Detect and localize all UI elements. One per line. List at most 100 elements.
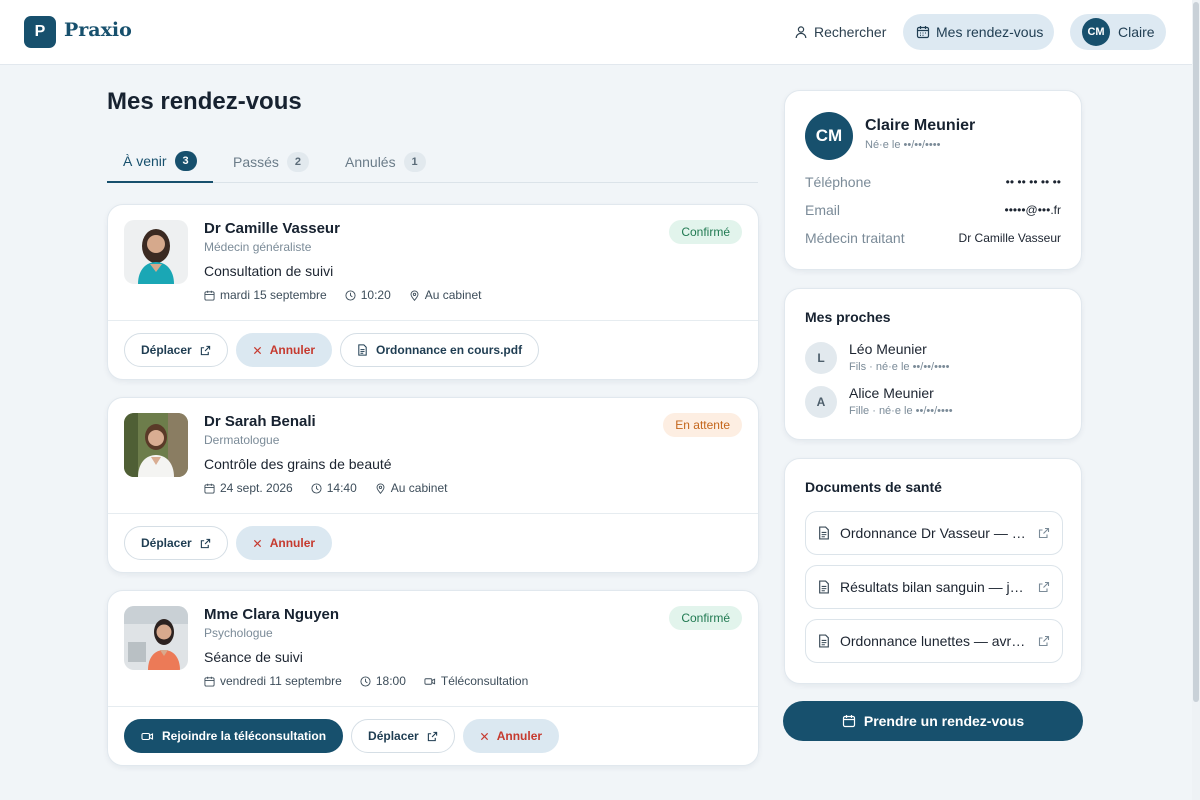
doctor-photo	[124, 220, 188, 284]
book-appointment-button[interactable]: Prendre un rendez-vous	[783, 701, 1083, 741]
video-camera-icon	[141, 731, 154, 742]
tab-count-badge: 3	[174, 150, 197, 171]
user-menu-button[interactable]: CM Claire	[1070, 14, 1166, 50]
appointment-location: Au cabinet	[424, 288, 482, 302]
relative-name: Léo Meunier	[849, 341, 927, 357]
search-nav-label: Rechercher	[814, 24, 887, 40]
doctor-name[interactable]: Dr Camille Vasseur	[204, 220, 340, 237]
health-documents-card: Documents de santé Ordonnance Dr Vasseur…	[784, 458, 1082, 684]
calendar-icon	[204, 676, 215, 687]
appointment-reason: Contrôle des grains de beauté	[204, 456, 392, 472]
move-button[interactable]: Déplacer	[124, 526, 228, 560]
appointment-meta: vendredi 11 septembre 18:00 Téléconsulta…	[204, 674, 546, 688]
location-pin-icon	[375, 482, 386, 494]
tab-count-badge: 1	[403, 151, 426, 172]
clock-icon	[311, 482, 322, 494]
email-value: •••••@•••.fr	[1004, 203, 1061, 217]
book-button-label: Prendre un rendez-vous	[863, 713, 1025, 729]
appointment-meta: 24 sept. 2026 14:40 Au cabinet	[204, 481, 465, 495]
relative-subtitle: Fils · né·e le ••/••/••••	[849, 361, 950, 373]
document-icon	[818, 526, 830, 540]
phone-label: Téléphone	[805, 174, 872, 190]
tab-past[interactable]: Passés 2	[233, 140, 309, 183]
status-badge: Confirmé	[669, 220, 742, 244]
appointment-location: Téléconsultation	[440, 674, 529, 688]
move-button-label: Déplacer	[141, 536, 192, 550]
calendar-icon	[204, 290, 215, 301]
appointment-tabs: À venir 3 Passés 2 Annulés 1	[107, 140, 758, 183]
top-header: P Praxio Rechercher Mes rendez-vous CM C…	[0, 0, 1200, 65]
document-label: Ordonnance lunettes — avril 2026	[840, 633, 1028, 649]
doctor-photo	[124, 413, 188, 477]
profile-card: CM Claire Meunier Né·e le ••/••/•••• Tél…	[784, 90, 1082, 270]
doctor-name[interactable]: Mme Clara Nguyen	[204, 606, 339, 623]
external-link-icon	[1038, 581, 1050, 593]
page-title: Mes rendez-vous	[107, 88, 302, 115]
external-link-icon	[427, 731, 438, 742]
document-link[interactable]: Résultats bilan sanguin — juin 2026	[805, 565, 1063, 609]
doctor-specialty: Psychologue	[204, 626, 273, 640]
avatar: CM	[1082, 18, 1110, 46]
tab-upcoming[interactable]: À venir 3	[107, 140, 213, 183]
cancel-button-label: Annuler	[269, 343, 316, 357]
appointment-date: 24 sept. 2026	[220, 481, 293, 495]
clock-icon	[345, 289, 356, 301]
search-nav-link[interactable]: Rechercher	[794, 20, 886, 44]
relative-name: Alice Meunier	[849, 385, 934, 401]
appointment-card: Dr Camille Vasseur Médecin généraliste C…	[107, 204, 759, 380]
document-icon	[357, 344, 368, 356]
external-link-icon	[200, 538, 211, 549]
close-icon	[480, 732, 489, 741]
document-button-label: Ordonnance en cours.pdf	[376, 343, 523, 357]
document-label: Ordonnance Dr Vasseur — sept. 2026	[840, 525, 1028, 541]
doctor-name[interactable]: Dr Sarah Benali	[204, 413, 316, 430]
document-link[interactable]: Ordonnance lunettes — avril 2026	[805, 619, 1063, 663]
email-label: Email	[805, 202, 841, 218]
attending-doctor-value: Dr Camille Vasseur	[958, 231, 1061, 245]
appointments-nav-button[interactable]: Mes rendez-vous	[903, 14, 1054, 50]
attending-doctor-row: Médecin traitant Dr Camille Vasseur	[805, 230, 1061, 246]
join-teleconsultation-button[interactable]: Rejoindre la téléconsultation	[124, 719, 344, 753]
appointment-date: mardi 15 septembre	[220, 288, 327, 302]
page-scrollbar[interactable]	[1192, 0, 1200, 800]
appointment-card: Dr Sarah Benali Dermatologue Contrôle de…	[107, 397, 759, 573]
tab-label: Annulés	[345, 153, 396, 170]
location-pin-icon	[409, 289, 420, 301]
document-icon	[818, 580, 830, 594]
document-link[interactable]: Ordonnance Dr Vasseur — sept. 2026	[805, 511, 1063, 555]
move-button[interactable]: Déplacer	[124, 333, 228, 367]
profile-dob: Né·e le ••/••/••••	[865, 139, 941, 151]
avatar: L	[805, 342, 837, 374]
scrollbar-thumb[interactable]	[1193, 2, 1199, 702]
appointment-date: vendredi 11 septembre	[220, 674, 342, 688]
appointments-nav-label: Mes rendez-vous	[936, 24, 1044, 40]
external-link-icon	[1038, 527, 1050, 539]
appointment-time: 14:40	[326, 481, 357, 495]
move-button[interactable]: Déplacer	[351, 719, 455, 753]
avatar: CM	[805, 112, 853, 160]
calendar-icon	[204, 483, 215, 494]
tab-cancelled[interactable]: Annulés 1	[345, 140, 426, 183]
doctor-specialty: Dermatologue	[204, 433, 280, 447]
clock-icon	[360, 675, 371, 687]
phone-row: Téléphone •• •• •• •• ••	[805, 174, 1061, 190]
appointment-reason: Consultation de suivi	[204, 263, 334, 279]
relatives-card: Mes proches L Léo Meunier Fils · né·e le…	[784, 288, 1082, 440]
appointment-meta: mardi 15 septembre 10:20 Au cabinet	[204, 288, 499, 302]
prescription-document-button[interactable]: Ordonnance en cours.pdf	[340, 333, 540, 367]
close-icon	[253, 539, 262, 548]
relative-subtitle: Fille · né·e le ••/••/••••	[849, 405, 953, 417]
calendar-icon	[842, 714, 856, 728]
external-link-icon	[1038, 635, 1050, 647]
logo[interactable]: P	[24, 16, 56, 48]
brand-name[interactable]: Praxio	[64, 19, 132, 41]
appointment-location: Au cabinet	[390, 481, 448, 495]
cancel-button[interactable]: Annuler	[235, 333, 333, 367]
cancel-button[interactable]: Annuler	[235, 526, 333, 560]
cancel-button-label: Annuler	[496, 729, 543, 743]
user-icon	[794, 25, 808, 39]
move-button-label: Déplacer	[368, 729, 419, 743]
cancel-button[interactable]: Annuler	[462, 719, 560, 753]
documents-title: Documents de santé	[805, 479, 942, 495]
doctor-photo	[124, 606, 188, 670]
